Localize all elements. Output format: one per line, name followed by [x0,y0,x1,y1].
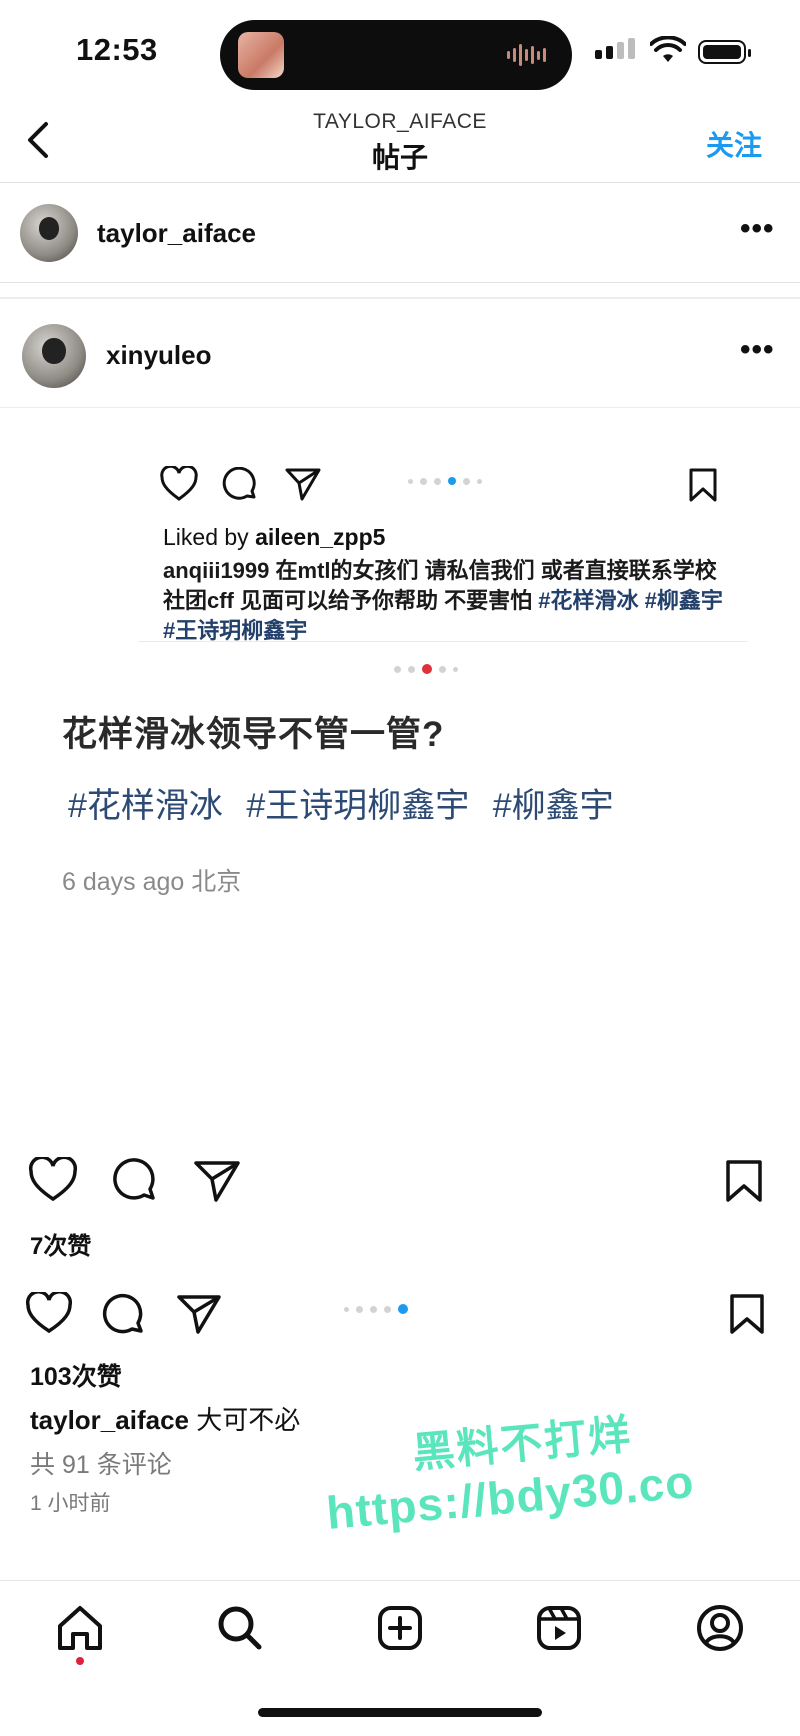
embedded-caption: anqiii1999 在mtl的女孩们 请私信我们 或者直接联系学校社团cff … [163,556,723,646]
embedded-comment-icon [222,467,256,500]
nav-subtitle: TAYLOR_AIFACE [313,110,487,133]
embedded-heart-icon [160,466,198,501]
new-post-icon[interactable] [372,1600,428,1656]
page-title: 帖子 [371,142,428,173]
more-options-icon[interactable]: ••• [740,212,775,246]
caption-username[interactable]: taylor_aiface [30,1405,189,1435]
divider [0,282,800,283]
carousel-dots-red [394,664,458,674]
hashtag: #柳鑫宇 [492,787,614,825]
embedded-share-icon [285,468,321,501]
notification-dot [76,1657,84,1665]
status-time: 12:53 [76,32,158,67]
dynamic-island[interactable] [220,20,572,90]
hashtag: #王诗玥柳鑫宇 [246,787,470,825]
post-timestamp: 1 小时前 [30,1492,111,1515]
divider [138,641,748,642]
comment-icon[interactable] [102,1293,146,1337]
carousel-dots [344,1304,408,1314]
embedded-like-count: 7次赞 [30,1233,92,1260]
embedded-liked-by: Liked by aileen_zpp5 [163,524,385,551]
embedded-bookmark-big-icon [726,1160,762,1202]
post-author-username[interactable]: taylor_aiface [97,218,256,249]
wifi-icon [650,36,686,62]
embedded-carousel-dots [408,477,482,485]
album-art-icon [238,32,284,78]
view-comments-link[interactable]: 共 91 条评论 [30,1445,172,1481]
divider [0,182,800,183]
reels-icon[interactable] [531,1600,587,1656]
profile-icon[interactable] [692,1600,748,1656]
caption-text: 大可不必 [188,1405,301,1435]
hashtag: #花样滑冰 [68,787,223,825]
follow-button[interactable]: 关注 [706,124,762,164]
embedded-share-big-icon [194,1161,240,1202]
embedded-question: 花样滑冰领导不管一管? [62,715,445,754]
home-icon[interactable] [52,1600,108,1656]
liked-by-prefix: Liked by [163,524,256,550]
embedded-username: xinyuleo [106,340,212,370]
caption: taylor_aiface 大可不必 [30,1400,300,1437]
embedded-caption-user: anqiii1999 [163,558,270,583]
bookmark-icon[interactable] [728,1292,766,1336]
embedded-meta: 6 days ago 北京 [62,868,242,896]
cellular-signal-icon [595,38,635,59]
embedded-hashtags: #花样滑冰 #王诗玥柳鑫宇 #柳鑫宇 [68,778,614,827]
share-icon[interactable] [176,1293,222,1335]
liked-by-user: aileen_zpp5 [255,524,386,550]
divider [0,297,800,299]
like-icon[interactable] [26,1292,72,1334]
audio-wave-icon [507,42,546,68]
embedded-comment-big-icon [113,1158,155,1200]
battery-icon [698,40,751,64]
embedded-like-icon [28,1157,78,1202]
embedded-avatar [22,324,86,388]
avatar[interactable] [20,204,78,262]
divider [0,407,800,408]
search-icon[interactable] [212,1600,268,1656]
embedded-bookmark-icon [689,468,717,502]
home-indicator [258,1708,542,1717]
like-count[interactable]: 103次赞 [30,1357,122,1393]
embedded-more-icon: ••• [740,333,775,366]
